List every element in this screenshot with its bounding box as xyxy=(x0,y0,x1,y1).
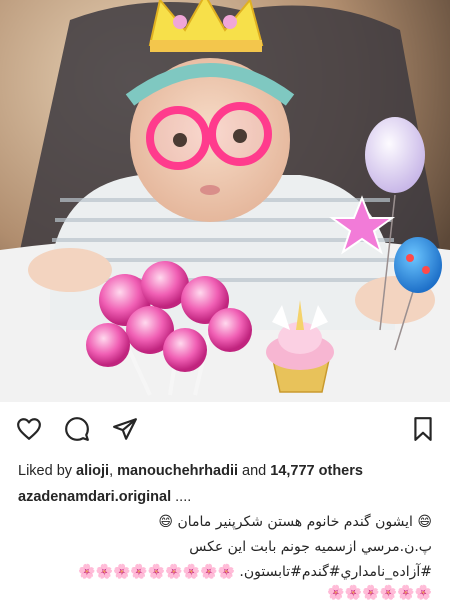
likes-count-link[interactable]: 14,777 others xyxy=(270,463,363,479)
likes-summary: Liked by alioji, manouchehrhadii and 14,… xyxy=(18,462,440,480)
caption-line: 😄 ایشون گندم خانوم هستن شکرپنیر مامان 😄 xyxy=(158,514,432,530)
caption-author: azadenamdari.original .... xyxy=(18,488,191,506)
baby-photo-illustration xyxy=(0,0,450,402)
liker-link[interactable]: manouchehrhadii xyxy=(117,463,238,479)
heart-icon xyxy=(16,416,42,442)
save-button[interactable] xyxy=(410,416,436,442)
caption-line: 🌸🌸🌸🌸🌸🌸 xyxy=(327,585,432,601)
liker-link[interactable]: alioji xyxy=(76,463,109,479)
likes-separator: , xyxy=(109,463,118,479)
likes-and: and xyxy=(238,463,271,479)
more-link[interactable]: .... xyxy=(171,489,191,505)
caption-line: پ.ن.مرسي ازسميه جونم بابت اين عكس xyxy=(189,539,432,555)
comment-button[interactable] xyxy=(64,416,90,442)
comment-icon xyxy=(64,416,90,442)
username-link[interactable]: azadenamdari.original xyxy=(18,489,171,505)
bookmark-icon xyxy=(410,416,436,442)
likes-prefix: Liked by xyxy=(18,463,77,479)
share-button[interactable] xyxy=(112,416,138,442)
like-button[interactable] xyxy=(16,416,42,442)
caption-hashtags[interactable]: #آزاده_نامداري#گندم#تابستون. 🌸🌸🌸🌸🌸🌸🌸🌸🌸 xyxy=(12,563,432,581)
paper-plane-icon xyxy=(112,416,138,442)
post-actions-bar xyxy=(0,402,450,452)
post-photo[interactable] xyxy=(0,0,450,402)
